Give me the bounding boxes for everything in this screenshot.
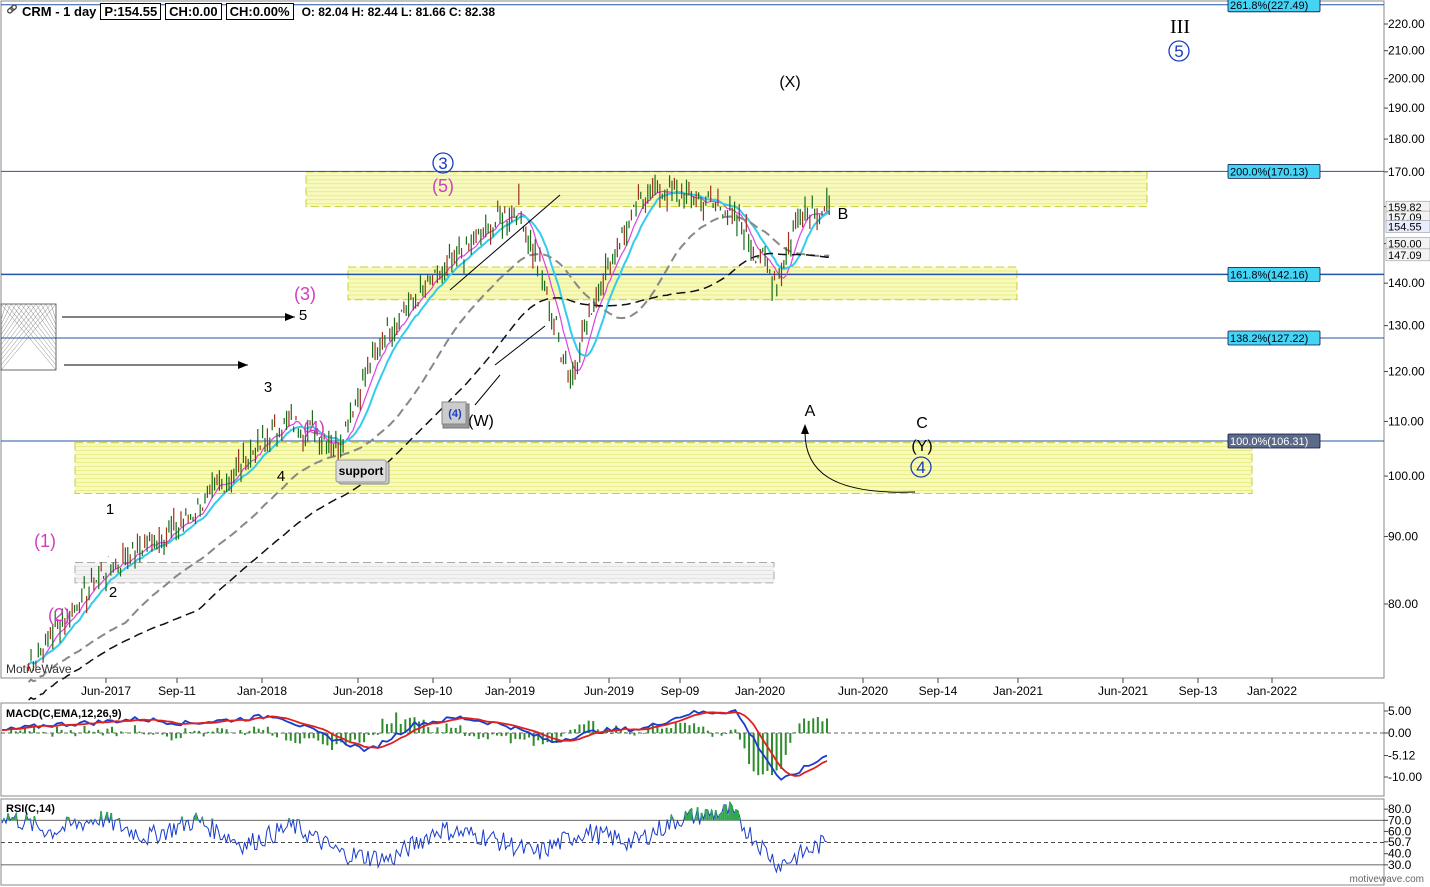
wave-label: (W) — [468, 413, 494, 430]
x-tick-label: Jun-2019 — [584, 684, 634, 698]
x-tick-label: Jan-2021 — [993, 684, 1043, 698]
rsi-line — [1, 801, 828, 874]
x-tick-label: Jan-2022 — [1247, 684, 1297, 698]
wave-label: (X) — [779, 74, 800, 91]
footer-url[interactable]: motivewave.com — [1350, 874, 1424, 885]
y-tick-label: 180.00 — [1388, 132, 1425, 146]
macd-title: MACD(C,EMA,12,26,9) — [6, 708, 122, 720]
x-tick-label: Sep-13 — [1179, 684, 1218, 698]
wave-label: 2 — [109, 584, 117, 601]
y-tick-label: 120.00 — [1388, 365, 1425, 379]
symbol-label: CRM - 1 day — [22, 4, 97, 19]
wave-label: A — [805, 403, 816, 420]
price-label: 147.09 — [1388, 250, 1422, 262]
crosshatch-line — [50, 303, 57, 321]
ema-mid-line — [27, 190, 830, 666]
change-pct-box: CH:0.00% — [225, 3, 294, 20]
arrow-head — [285, 313, 295, 321]
x-tick-label: Sep-11 — [158, 684, 196, 698]
arrow-head — [238, 361, 248, 369]
x-tick-label: Jun-2021 — [1098, 684, 1148, 698]
x-tick-label: Sep-10 — [414, 684, 453, 698]
wave-label: C — [916, 415, 928, 432]
x-tick-label: Jan-2019 — [485, 684, 535, 698]
rsi-title: RSI(C,14) — [6, 803, 55, 815]
wave-label: 3 — [264, 379, 272, 396]
projection-arrow-head — [801, 424, 809, 434]
wave-label: (3) — [294, 284, 316, 304]
macd-pane-frame — [0, 702, 1385, 797]
crosshatch-line — [0, 303, 7, 321]
fib-label: 261.8%(227.49) — [1230, 0, 1308, 12]
y-tick-label: 220.00 — [1388, 17, 1425, 31]
y-tick-label: 210.00 — [1388, 44, 1425, 58]
macd-tick-label: 5.00 — [1388, 704, 1412, 718]
wave-label: 5 — [299, 307, 307, 324]
crosshatch-line — [40, 303, 57, 331]
y-tick-label: 200.00 — [1388, 72, 1425, 86]
motivewave-watermark: MotiveWave — [6, 662, 72, 676]
y-tick-label: 140.00 — [1388, 276, 1425, 290]
crosshatch-line — [0, 303, 22, 336]
wave-label: (4) — [303, 418, 325, 438]
link-icon[interactable] — [6, 4, 18, 18]
wave-label: B — [838, 206, 849, 223]
wave-label: (1) — [34, 531, 56, 551]
fib-label: 200.0%(170.13) — [1230, 166, 1308, 178]
price-chart[interactable]: 261.8%(227.49) 200.0%(170.13) 161.8%(142.1… — [0, 0, 1430, 887]
y-tick-label: 170.00 — [1388, 165, 1425, 179]
x-tick-label: Jun-2020 — [838, 684, 888, 698]
wave-label: III — [1170, 16, 1190, 38]
ema-fast-line — [28, 190, 830, 666]
y-tick-label: 80.00 — [1388, 597, 1418, 611]
y-tick-label: 110.00 — [1388, 414, 1424, 428]
y-tick-label: 100.00 — [1388, 469, 1425, 483]
wave-label: (Y) — [911, 438, 932, 455]
fib-label: 100.0%(106.31) — [1230, 436, 1308, 448]
wave-label: 5 — [1174, 42, 1183, 61]
change-abs-box: CH:0.00 — [165, 3, 222, 20]
x-tick-label: Jun-2017 — [81, 684, 131, 698]
chart-header: CRM - 1 day P:154.55 CH:0.00 CH:0.00% O:… — [6, 3, 495, 20]
x-tick-label: Jun-2018 — [333, 684, 383, 698]
wave-label: 4 — [916, 458, 925, 477]
wave-label: (5) — [432, 176, 454, 196]
ohlc-readout: O: 82.04 H: 82.44 L: 81.66 C: 82.38 — [301, 4, 495, 19]
rsi-tick-label: 30.0 — [1388, 858, 1412, 872]
price-box: P:154.55 — [100, 3, 162, 20]
wave4-tag-label: (4) — [448, 408, 462, 420]
wave-label: (2) — [48, 605, 70, 625]
wave-label: 1 — [106, 501, 114, 518]
price-label: 154.55 — [1388, 221, 1422, 233]
crosshatch-line — [0, 303, 17, 331]
channel-line — [474, 374, 501, 406]
x-tick-label: Jan-2020 — [735, 684, 785, 698]
y-tick-label: 190.00 — [1388, 101, 1425, 115]
y-tick-label: 130.00 — [1388, 319, 1425, 333]
wave-label: 4 — [277, 468, 285, 485]
support-label: support — [339, 464, 384, 478]
wave-label: 3 — [438, 154, 447, 173]
macd-tick-label: 0.00 — [1388, 726, 1412, 740]
x-tick-label: Sep-14 — [919, 684, 958, 698]
macd-tick-label: -10.00 — [1388, 770, 1422, 784]
fib-label: 161.8%(142.16) — [1230, 269, 1308, 281]
x-tick-label: Jan-2018 — [237, 684, 287, 698]
fib-label: 138.2%(127.22) — [1230, 333, 1308, 345]
y-tick-label: 90.00 — [1388, 529, 1418, 543]
channel-line — [494, 325, 546, 366]
crosshatch-line — [35, 303, 57, 336]
macd-tick-label: -5.12 — [1388, 749, 1416, 763]
x-tick-label: Sep-09 — [661, 684, 700, 698]
price-zone — [74, 442, 1253, 495]
